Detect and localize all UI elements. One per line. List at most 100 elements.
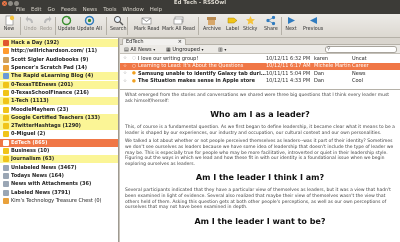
news-category: News <box>352 70 366 77</box>
feed-item[interactable]: Todays News (164) <box>0 172 118 180</box>
news-title: Learning to Lead: It's About the Questio… <box>138 63 244 70</box>
feed-item[interactable]: Hack a Day (192) <box>0 39 118 48</box>
next-icon <box>285 15 297 26</box>
update-all-icon <box>83 15 95 26</box>
feed-item[interactable]: 2TwitterHashtags (1290) <box>0 122 118 131</box>
rssowl-window: × Ed Tech - RSSOwl File Edit Go Feeds Ne… <box>0 0 400 242</box>
news-row[interactable]: ☆ ○ Learning to Lead: It's About the Quest… <box>120 62 400 70</box>
feed-tree: Hack a Day (192) http://willrichardson.co… <box>0 38 119 242</box>
menu-news[interactable]: News <box>83 7 98 14</box>
feed-label: Scott Sigler Audiobooks (9) <box>11 56 89 63</box>
menu-bar: File Edit Go Feeds News Tools Window Hel… <box>0 7 400 14</box>
sticky-star-icon[interactable]: ☆ <box>120 71 130 76</box>
feed-icon <box>3 148 9 155</box>
feed-item[interactable]: EdTech (865) <box>0 138 118 147</box>
feed-label: 0-TexasTEEnews (201) <box>11 81 74 88</box>
feed-item[interactable]: News with Attachments (36) <box>0 180 118 188</box>
feed-icon <box>3 123 9 130</box>
new-button[interactable]: New <box>3 15 15 32</box>
article-paragraph: We talked a lot about whether or not peo… <box>125 139 394 167</box>
toolbar-separator <box>106 17 107 35</box>
filter-bar: ▤ All News ▾ ▦ Ungrouped ▾ ▥ ▾ ⚲ <box>120 45 400 54</box>
feed-item[interactable]: 1-Tech (1113) <box>0 97 118 106</box>
feed-item[interactable]: http://willrichardson.com/ (11) <box>0 47 118 55</box>
news-list: ☆ ○ I love our writing group! 10/12/11 6:32… <box>120 54 400 90</box>
feed-item[interactable]: Scott Sigler Audiobooks (9) <box>0 56 118 64</box>
feed-item[interactable]: Journalism (63) <box>0 155 118 164</box>
menu-file[interactable]: File <box>16 7 25 14</box>
label-button[interactable]: Label <box>226 15 239 32</box>
feed-icon <box>3 48 9 55</box>
menu-tools[interactable]: Tools <box>103 7 116 14</box>
update-button[interactable]: Update <box>58 15 75 32</box>
search-icon: ⚲ <box>327 46 331 52</box>
feed-item[interactable]: 0-TexasTEEnews (201) <box>0 80 118 89</box>
feed-label: Spencer's Scratch Pad (14) <box>11 65 88 72</box>
mark-read-button[interactable]: Mark Read <box>134 15 159 32</box>
search-button[interactable]: Search <box>110 15 126 32</box>
feed-icon <box>3 156 9 163</box>
read-state-icon: ● <box>132 71 136 77</box>
tab-edtech[interactable]: EdTech × <box>122 38 186 45</box>
share-button[interactable]: Share <box>264 15 278 32</box>
toolbar-separator <box>55 17 56 35</box>
article-heading-3: Am I the leader I want to be? <box>194 216 326 226</box>
feed-item[interactable]: Google Certified Teachers (133) <box>0 113 118 122</box>
columns-icon: ▥ <box>218 47 223 53</box>
update-all-button[interactable]: Update All <box>77 15 102 32</box>
feed-item[interactable]: Unlabeled News (3467) <box>0 164 118 172</box>
article-paragraph: Several participants indicated that they… <box>125 188 391 211</box>
news-title: The Situation makes sense in Apple store <box>138 78 256 85</box>
article-view: What emerged from the stories and conver… <box>120 90 400 242</box>
previous-button[interactable]: Previous <box>303 15 323 32</box>
mark-read-icon <box>141 15 153 26</box>
feed-label: Journalism (63) <box>11 156 55 163</box>
sticky-star-icon[interactable]: ☆ <box>120 64 130 69</box>
share-icon <box>265 15 277 26</box>
sticky-button[interactable]: Sticky <box>243 15 257 32</box>
feed-label: News with Attachments (36) <box>11 181 92 188</box>
feed-label: Business (10) <box>11 148 50 155</box>
feed-icon <box>3 106 9 113</box>
feed-item[interactable]: Spencer's Scratch Pad (14) <box>0 64 118 72</box>
feed-item[interactable]: Labeled News (3791) <box>0 188 118 196</box>
menu-edit[interactable]: Edit <box>31 7 41 14</box>
redo-button[interactable]: Redo <box>40 15 52 32</box>
toolbar-separator <box>127 17 128 35</box>
feed-item[interactable]: 0-TexasSchoolFinance (216) <box>0 89 118 97</box>
feed-item[interactable]: Business (10) <box>0 147 118 155</box>
filter-icon: ▤ <box>124 47 129 53</box>
grouping-dropdown[interactable]: ▦ Ungrouped ▾ <box>164 46 206 53</box>
grouping-icon: ▦ <box>166 47 171 53</box>
menu-go[interactable]: Go <box>47 7 54 14</box>
sticky-star-icon[interactable]: ☆ <box>120 56 130 61</box>
feed-label: Todays News (164) <box>11 172 64 179</box>
news-category: Career <box>352 63 369 70</box>
next-button[interactable]: Next <box>285 15 297 32</box>
search-icon <box>112 15 124 26</box>
columns-dropdown[interactable]: ▥ ▾ <box>216 46 228 53</box>
undo-button[interactable]: Undo <box>24 15 37 32</box>
news-row[interactable]: ☆ ● The Situation makes sense in Apple sto… <box>120 78 400 85</box>
feed-item[interactable]: MoodleMayhem (23) <box>0 105 118 113</box>
read-state-icon: ○ <box>132 56 136 61</box>
feed-label: 0-TexasSchoolFinance (216) <box>11 89 89 96</box>
news-row[interactable]: ☆ ● Samsung unable to identify Galaxy tab … <box>120 70 400 77</box>
news-filter-dropdown[interactable]: ▤ All News ▾ <box>122 46 157 53</box>
article-heading-2: Am I the leader I think I am? <box>195 173 325 183</box>
chevron-down-icon: ▾ <box>224 47 227 52</box>
feed-label: Unlabeled News (3467) <box>11 164 77 171</box>
menu-window[interactable]: Window <box>123 7 144 14</box>
feed-item[interactable]: Kim's Technology Treasure Chest (0) <box>0 197 118 205</box>
search-input[interactable]: ⚲ <box>325 46 397 53</box>
feed-icon <box>3 73 9 80</box>
mark-all-read-button[interactable]: Mark All Read <box>162 15 195 32</box>
feed-item[interactable]: 0-Miguel (2) <box>0 130 118 138</box>
news-row[interactable]: ☆ ○ I love our writing group! 10/12/11 6:32… <box>120 55 400 62</box>
feed-item[interactable]: The Rapid eLearning Blog (4) <box>0 72 118 81</box>
archive-button[interactable]: Archive <box>203 15 221 32</box>
menu-feeds[interactable]: Feeds <box>61 7 77 14</box>
sticky-star-icon[interactable]: ☆ <box>120 79 130 84</box>
menu-help[interactable]: Help <box>150 7 162 14</box>
feed-label: EdTech (865) <box>11 139 48 146</box>
